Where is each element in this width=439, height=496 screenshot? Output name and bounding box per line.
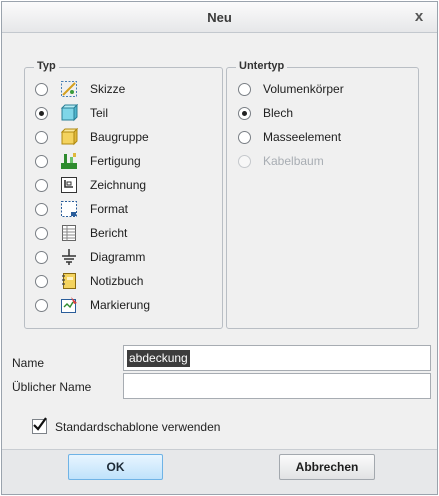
radio-masseelement[interactable]	[238, 130, 251, 144]
use-template-label: Standardschablone verwenden	[55, 420, 221, 434]
typ-option-teil[interactable]: Teil	[35, 102, 108, 124]
new-dialog: Neu x Typ Skizze Teil Baugruppe Fertigun…	[1, 1, 438, 495]
cancel-button[interactable]: Abbrechen	[279, 454, 375, 480]
untertyp-label-masseelement: Masseelement	[263, 130, 342, 144]
radio-blech[interactable]	[238, 106, 251, 120]
untertyp-option-masseelement[interactable]: Masseelement	[238, 126, 341, 148]
typ-option-baugruppe[interactable]: Baugruppe	[35, 126, 149, 148]
typ-option-skizze[interactable]: Skizze	[35, 78, 125, 100]
notebook-icon	[60, 272, 78, 290]
typ-label-fertigung: Fertigung	[90, 154, 141, 168]
typ-label-zeichnung: Zeichnung	[90, 178, 147, 192]
name-input[interactable]: abdeckung	[123, 345, 431, 371]
typ-label-baugruppe: Baugruppe	[90, 130, 149, 144]
untertyp-option-blech[interactable]: Blech	[238, 102, 293, 124]
typ-label-notizbuch: Notizbuch	[90, 274, 144, 288]
untertyp-group: Untertyp Volumenkörper Blech Masseelemen…	[226, 60, 419, 329]
untertyp-label-kabelbaum: Kabelbaum	[263, 154, 324, 168]
typ-label-diagramm: Diagramm	[90, 250, 146, 264]
typ-label-bericht: Bericht	[90, 226, 128, 240]
markup-icon	[60, 296, 78, 314]
radio-diagramm[interactable]	[35, 250, 48, 264]
radio-volumenkoerper[interactable]	[238, 82, 251, 96]
typ-label-teil: Teil	[90, 106, 109, 120]
name-label: Name	[12, 356, 45, 370]
diagram-icon	[60, 248, 78, 266]
typ-option-notizbuch[interactable]: Notizbuch	[35, 270, 143, 292]
dialog-title: Neu	[207, 10, 232, 25]
common-name-input[interactable]	[123, 373, 431, 399]
sketch-icon	[60, 80, 78, 98]
typ-option-bericht[interactable]: Bericht	[35, 222, 127, 244]
radio-skizze[interactable]	[35, 82, 48, 96]
radio-zeichnung[interactable]	[35, 178, 48, 192]
format-icon	[60, 200, 78, 218]
report-icon	[60, 224, 78, 242]
close-icon[interactable]: x	[411, 8, 427, 26]
typ-label-markierung: Markierung	[90, 298, 151, 312]
manufacturing-icon	[60, 152, 78, 170]
radio-fertigung[interactable]	[35, 154, 48, 168]
typ-group: Typ Skizze Teil Baugruppe Fertigung Zeic…	[24, 60, 223, 329]
typ-label-skizze: Skizze	[90, 82, 126, 96]
typ-option-diagramm[interactable]: Diagramm	[35, 246, 145, 268]
radio-bericht[interactable]	[35, 226, 48, 240]
untertyp-option-volumenkoerper[interactable]: Volumenkörper	[238, 78, 344, 100]
name-input-value: abdeckung	[127, 350, 190, 367]
use-template-checkbox[interactable]	[32, 417, 47, 434]
typ-option-format[interactable]: Format	[35, 198, 128, 220]
radio-baugruppe[interactable]	[35, 130, 48, 144]
title-bar[interactable]: Neu x	[2, 2, 437, 33]
radio-markierung[interactable]	[35, 298, 48, 312]
radio-format[interactable]	[35, 202, 48, 216]
checkmark-icon	[33, 417, 47, 431]
typ-option-fertigung[interactable]: Fertigung	[35, 150, 141, 172]
untertyp-label-blech: Blech	[263, 106, 294, 120]
radio-teil[interactable]	[35, 106, 48, 120]
assembly-icon	[60, 128, 78, 146]
untertyp-label-volumenkoerper: Volumenkörper	[263, 82, 344, 96]
typ-legend: Typ	[34, 60, 59, 72]
drawing-icon	[60, 176, 78, 194]
part-icon	[60, 104, 78, 122]
typ-option-zeichnung[interactable]: Zeichnung	[35, 174, 146, 196]
typ-option-markierung[interactable]: Markierung	[35, 294, 150, 316]
untertyp-option-kabelbaum: Kabelbaum	[238, 150, 324, 172]
typ-label-format: Format	[90, 202, 129, 216]
untertyp-legend: Untertyp	[236, 60, 288, 72]
ok-button[interactable]: OK	[68, 454, 163, 480]
radio-notizbuch[interactable]	[35, 274, 48, 288]
common-name-label: Üblicher Name	[12, 380, 92, 394]
radio-kabelbaum	[238, 154, 251, 168]
